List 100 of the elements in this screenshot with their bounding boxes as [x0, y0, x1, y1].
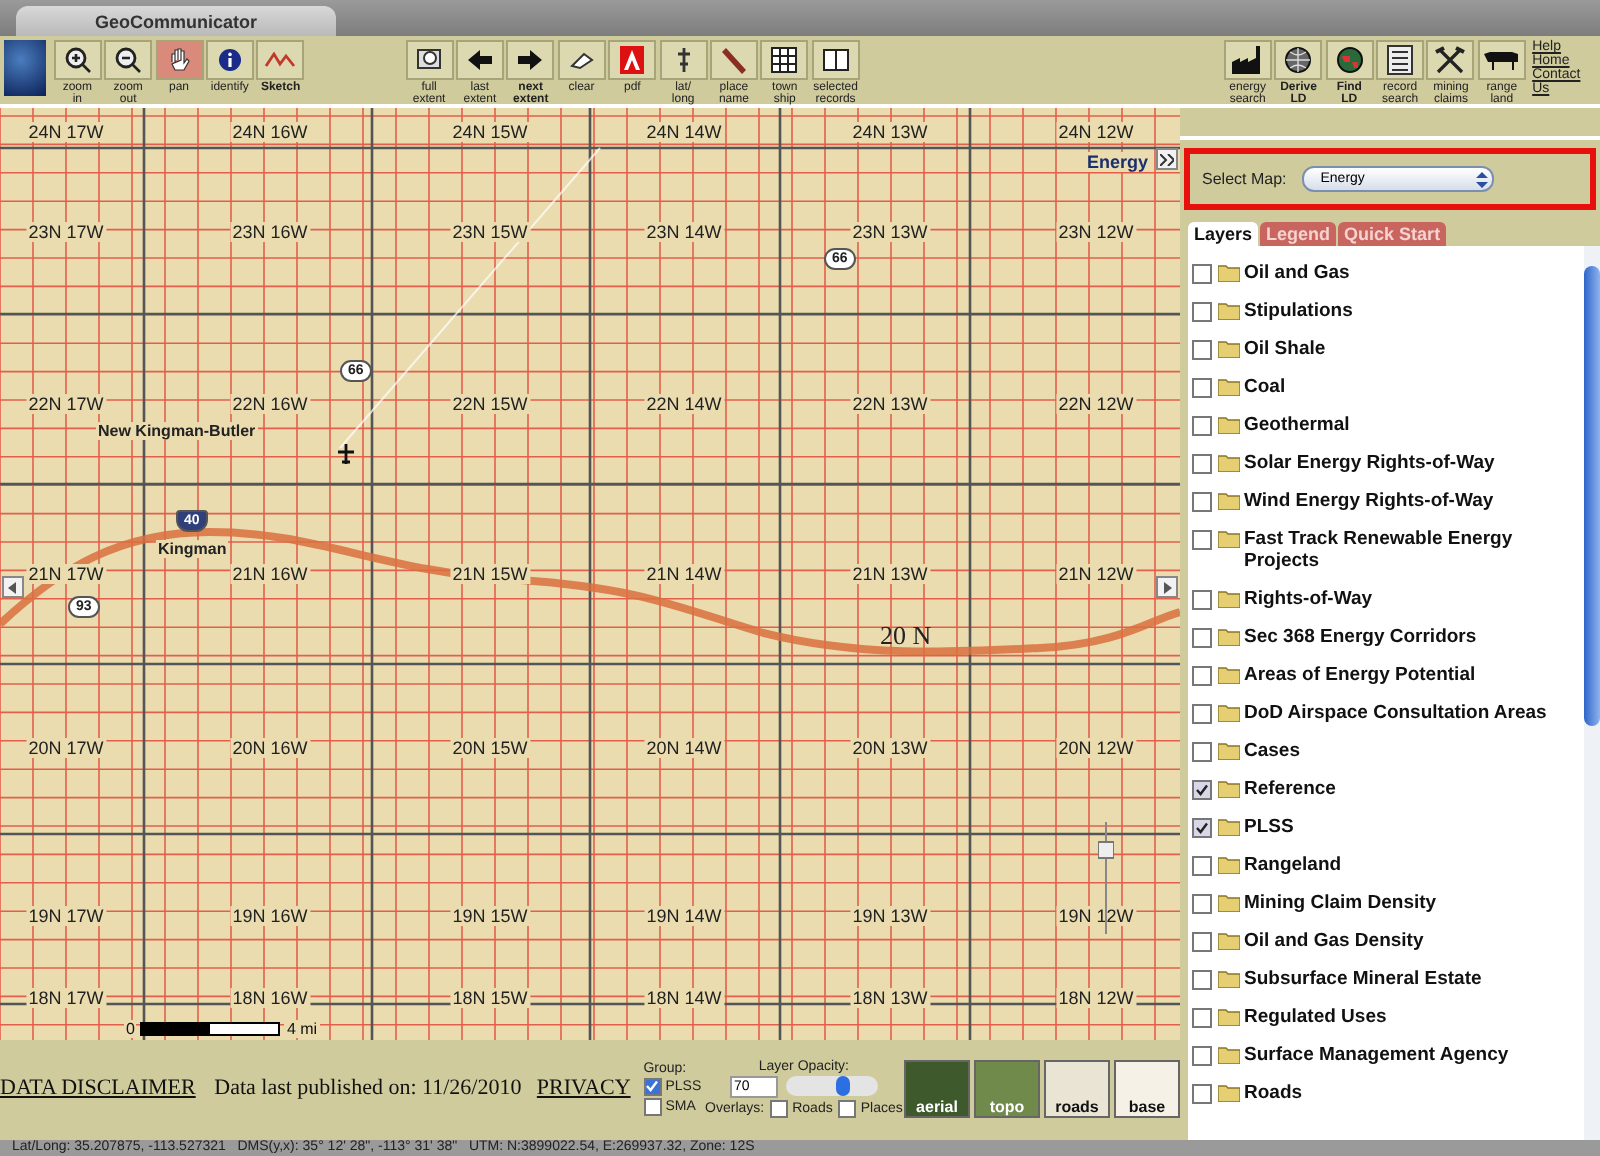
- layer-checkbox[interactable]: [1192, 264, 1212, 284]
- township-label: 21N 15W: [450, 564, 530, 584]
- layer-item[interactable]: DoD Airspace Consultation Areas: [1188, 694, 1584, 732]
- scale-bar: [140, 1022, 281, 1036]
- layer-checkbox[interactable]: [1192, 704, 1212, 724]
- folder-icon: [1218, 1046, 1240, 1064]
- tool-icon: [659, 40, 708, 80]
- layer-checkbox[interactable]: [1192, 666, 1212, 686]
- privacy-link[interactable]: PRIVACY: [536, 1076, 631, 1100]
- folder-icon: [1218, 856, 1240, 874]
- select-map-label: Select Map:: [1202, 170, 1287, 188]
- pan-left-icon[interactable]: [2, 576, 24, 598]
- layer-item[interactable]: Solar Energy Rights-of-Way: [1188, 444, 1584, 482]
- panel-tab[interactable]: Layers: [1188, 222, 1259, 246]
- township-label: 22N 15W: [450, 394, 530, 414]
- opacity-slider[interactable]: [785, 1076, 878, 1096]
- layer-checkbox[interactable]: [1192, 416, 1212, 436]
- layer-item[interactable]: Roads: [1188, 1074, 1584, 1112]
- checkbox[interactable]: [643, 1077, 662, 1095]
- layer-checkbox[interactable]: [1192, 1008, 1212, 1028]
- township-label: 20N 13W: [850, 738, 930, 758]
- scrollbar[interactable]: [1584, 246, 1600, 1140]
- township-label: 18N 13W: [850, 988, 930, 1008]
- layer-checkbox[interactable]: [1192, 302, 1212, 322]
- checkbox[interactable]: [838, 1099, 857, 1117]
- tool-icon: [256, 40, 305, 80]
- folder-icon: [1218, 780, 1240, 798]
- published-date-text: Data last published on: 11/26/2010: [214, 1076, 522, 1100]
- folder-icon: [1218, 530, 1240, 548]
- township-label: 21N 16W: [230, 564, 310, 584]
- tool-icon: [455, 40, 504, 80]
- township-label: 20N 17W: [26, 738, 106, 758]
- tool-icon: [1376, 40, 1425, 80]
- layer-item[interactable]: Rights-of-Way: [1188, 580, 1584, 618]
- layer-checkbox[interactable]: [1192, 378, 1212, 398]
- folder-icon: [1218, 704, 1240, 722]
- layer-checkbox[interactable]: [1192, 1046, 1212, 1066]
- basemap-button[interactable]: base: [1114, 1059, 1180, 1117]
- folder-icon: [1218, 378, 1240, 396]
- township-label: 23N 13W: [850, 222, 930, 242]
- layer-item[interactable]: Areas of Energy Potential: [1188, 656, 1584, 694]
- layer-item[interactable]: Oil and Gas: [1188, 254, 1584, 292]
- layer-checkbox[interactable]: [1192, 590, 1212, 610]
- layer-checkbox[interactable]: [1192, 932, 1212, 952]
- checkbox[interactable]: [770, 1099, 789, 1117]
- layer-item[interactable]: Cases: [1188, 732, 1584, 770]
- layer-checkbox[interactable]: [1192, 628, 1212, 648]
- folder-icon: [1218, 932, 1240, 950]
- township-label: 23N 17W: [26, 222, 106, 242]
- expand-panel-icon[interactable]: [1156, 148, 1178, 170]
- township-label: 19N 17W: [26, 906, 106, 926]
- tool-icon: [1274, 40, 1323, 80]
- layer-checkbox[interactable]: [1192, 894, 1212, 914]
- map-name-label: Energy: [1086, 152, 1148, 172]
- layer-item[interactable]: Geothermal: [1188, 406, 1584, 444]
- layer-checkbox[interactable]: [1192, 742, 1212, 762]
- pan-right-icon[interactable]: [1156, 576, 1178, 598]
- layer-item[interactable]: Sec 368 Energy Corridors: [1188, 618, 1584, 656]
- township-label: 20N 16W: [230, 738, 310, 758]
- layer-checkbox[interactable]: [1192, 818, 1212, 838]
- checkbox[interactable]: [643, 1097, 662, 1115]
- layer-item[interactable]: Surface Management Agency: [1188, 1036, 1584, 1074]
- layer-checkbox[interactable]: [1192, 970, 1212, 990]
- disclaimer-link[interactable]: DATA DISCLAIMER: [0, 1076, 196, 1100]
- basemap-button[interactable]: topo: [974, 1059, 1040, 1117]
- place-label: Kingman: [156, 540, 229, 558]
- layer-item[interactable]: Fast Track Renewable Energy Projects: [1188, 520, 1584, 580]
- basemap-button[interactable]: roads: [1044, 1059, 1110, 1117]
- township-label: 19N 15W: [450, 906, 530, 926]
- township-label: 20N 15W: [450, 738, 530, 758]
- layer-checkbox[interactable]: [1192, 340, 1212, 360]
- township-label: 20N 12W: [1056, 738, 1136, 758]
- window-tab[interactable]: GeoCommunicator: [16, 6, 336, 36]
- township-label: 24N 15W: [450, 122, 530, 142]
- layer-checkbox[interactable]: [1192, 454, 1212, 474]
- baseline-label: 20 N: [880, 620, 932, 652]
- layer-item[interactable]: Oil Shale: [1188, 330, 1584, 368]
- layer-item[interactable]: Oil and Gas Density: [1188, 922, 1584, 960]
- layer-checkbox[interactable]: [1192, 492, 1212, 512]
- layer-item[interactable]: Stipulations: [1188, 292, 1584, 330]
- township-label: 22N 16W: [230, 394, 310, 414]
- layer-checkbox[interactable]: [1192, 780, 1212, 800]
- township-label: 21N 14W: [644, 564, 724, 584]
- folder-icon: [1218, 590, 1240, 608]
- layer-checkbox[interactable]: [1192, 530, 1212, 550]
- layer-item[interactable]: PLSS: [1188, 808, 1584, 846]
- tool-icon: [1325, 40, 1374, 80]
- layer-checkbox[interactable]: [1192, 856, 1212, 876]
- township-label: 22N 17W: [26, 394, 106, 414]
- layer-item[interactable]: Rangeland: [1188, 846, 1584, 884]
- layer-item[interactable]: Reference: [1188, 770, 1584, 808]
- layer-checkbox[interactable]: [1192, 1084, 1212, 1104]
- folder-icon: [1218, 454, 1240, 472]
- layer-item[interactable]: Mining Claim Density: [1188, 884, 1584, 922]
- folder-icon: [1218, 894, 1240, 912]
- layer-item[interactable]: Subsurface Mineral Estate: [1188, 960, 1584, 998]
- layer-item[interactable]: Regulated Uses: [1188, 998, 1584, 1036]
- layer-item[interactable]: Coal: [1188, 368, 1584, 406]
- layer-item[interactable]: Wind Energy Rights-of-Way: [1188, 482, 1584, 520]
- basemap-button[interactable]: aerial: [904, 1059, 970, 1117]
